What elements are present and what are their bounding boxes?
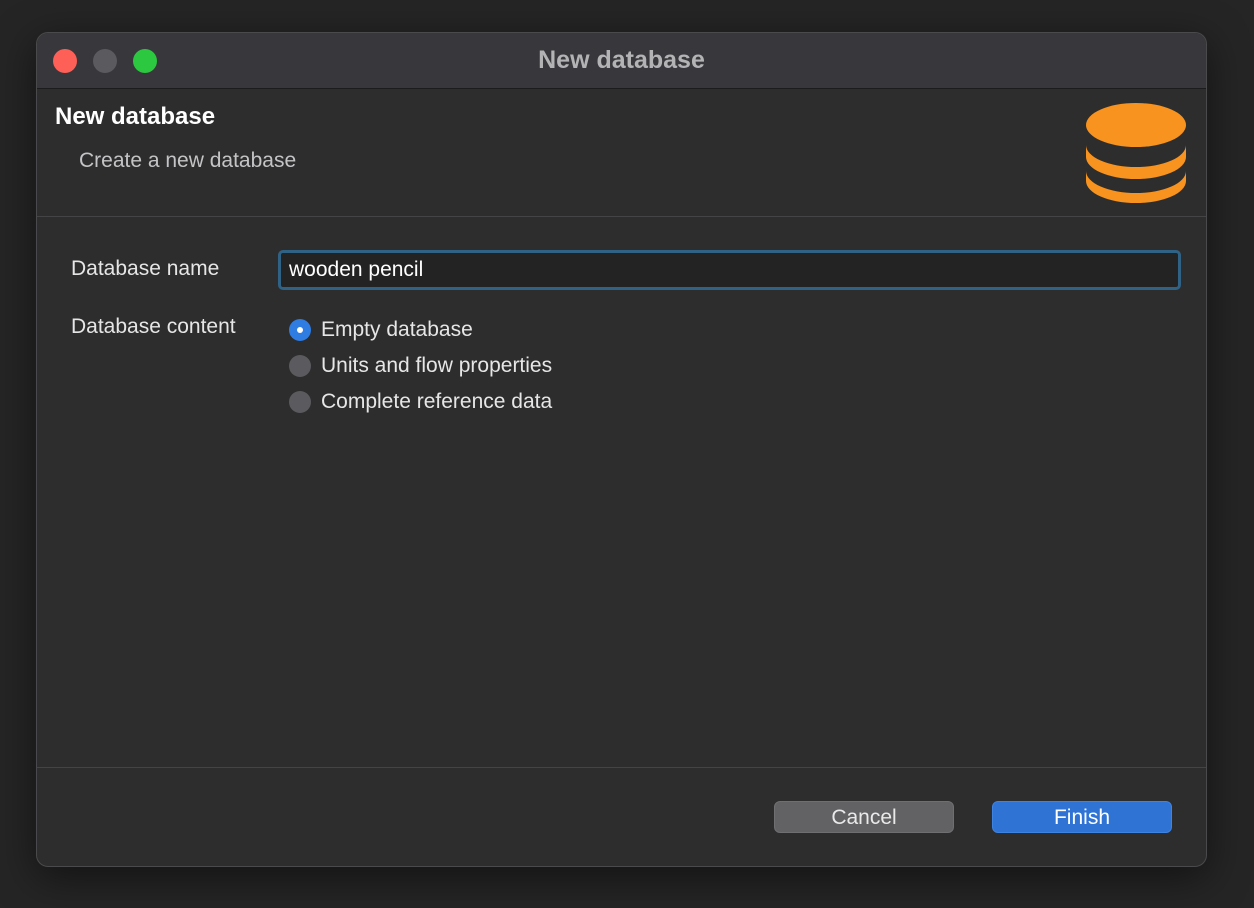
page-subtitle: Create a new database (79, 149, 297, 172)
radio-label: Empty database (321, 318, 473, 341)
database-name-input[interactable] (278, 250, 1181, 290)
radio-label: Units and flow properties (321, 354, 553, 377)
finish-button[interactable]: Finish (992, 801, 1172, 833)
cancel-button[interactable]: Cancel (774, 801, 954, 833)
page-title: New database (55, 103, 216, 130)
radio-button[interactable] (289, 319, 311, 341)
radio-option-empty-database[interactable]: Empty database (289, 317, 473, 343)
database-name-label: Database name (71, 257, 220, 280)
database-icon (1086, 103, 1186, 203)
wizard-header: New database Create a new database (37, 89, 1206, 217)
radio-label: Complete reference data (321, 390, 553, 413)
radio-button[interactable] (289, 355, 311, 377)
database-content-label: Database content (71, 315, 236, 338)
button-bar: Cancel Finish (37, 767, 1206, 866)
window-title: New database (538, 46, 705, 74)
radio-button[interactable] (289, 391, 311, 413)
radio-option-complete-reference-data[interactable]: Complete reference data (289, 389, 552, 415)
title-bar[interactable]: New database (37, 33, 1206, 89)
new-database-dialog: New database New database Create a new d… (36, 32, 1207, 867)
radio-option-units-flow-properties[interactable]: Units and flow properties (289, 353, 552, 379)
